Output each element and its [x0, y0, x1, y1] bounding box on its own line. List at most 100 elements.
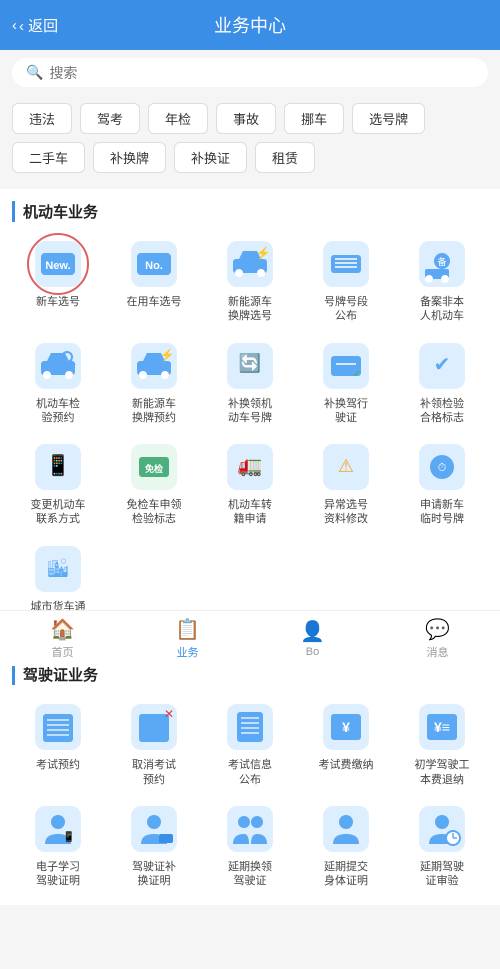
- grid-item-label-4: 备案非本 人机动车: [420, 295, 464, 324]
- header: ‹ ‹ 返回 业务中心: [0, 0, 500, 50]
- icon-wrap-1: ✕: [128, 701, 180, 753]
- svg-text:⚠: ⚠: [338, 456, 354, 476]
- icon-wrap-3: ¥: [320, 701, 372, 753]
- nav-label-3: 消息: [427, 644, 449, 660]
- svg-text:No.: No.: [145, 260, 163, 272]
- icon-wrap-9: [416, 803, 468, 855]
- grid-item-label-0: 新车选号: [36, 295, 80, 309]
- nav-item-0[interactable]: 🏠首页: [50, 617, 75, 660]
- grid-item-9[interactable]: 延期驾驶 证审验: [396, 799, 488, 893]
- grid-item-4[interactable]: 备备案非本 人机动车: [396, 234, 488, 328]
- driver-grid: 考试预约 ✕ 取消考试 预约 考试信息 公布 ¥考试费缴纳¥≡初学驾驶工 本费退纳 📱 电子…: [12, 697, 488, 892]
- quick-tag-4[interactable]: 挪车: [284, 103, 344, 134]
- motor-section: 机动车业务 New.新车选号No.在用车选号⚡新能源车 换牌选号号牌号段 公布备…: [0, 189, 500, 644]
- grid-item-11[interactable]: 免检免检车申领 检验标志: [108, 437, 200, 531]
- nav-item-3[interactable]: 💬消息: [425, 617, 450, 660]
- quick-tag-1[interactable]: 驾考: [80, 103, 140, 134]
- grid-item-8[interactable]: ✓补换驾行 驶证: [300, 336, 392, 430]
- icon-wrap-5: 📱: [32, 803, 84, 855]
- icon-wrap-11: 免检: [128, 441, 180, 493]
- svg-text:🏙: 🏙: [47, 558, 70, 578]
- grid-item-3[interactable]: 号牌号段 公布: [300, 234, 392, 328]
- quick-tag-9[interactable]: 租赁: [255, 142, 315, 173]
- grid-item-label-1: 取消考试 预约: [132, 758, 176, 787]
- svg-text:⏱: ⏱: [438, 462, 447, 474]
- quick-tag-3[interactable]: 事故: [216, 103, 276, 134]
- svg-text:⚡: ⚡: [256, 246, 271, 260]
- grid-item-7[interactable]: 🔄补换领机 动车号牌: [204, 336, 296, 430]
- svg-text:✔: ✔: [434, 354, 451, 376]
- icon-wrap-2: [224, 701, 276, 753]
- quick-tag-6[interactable]: 二手车: [12, 142, 85, 173]
- grid-item-9[interactable]: ✔补领检验 合格标志: [396, 336, 488, 430]
- quick-tag-7[interactable]: 补换牌: [93, 142, 166, 173]
- icon-wrap-6: [128, 803, 180, 855]
- bottom-nav: 🏠首页 📋 业务 👤 Bo 💬消息: [0, 610, 500, 666]
- back-button[interactable]: ‹ ‹ 返回: [12, 15, 58, 36]
- grid-item-7[interactable]: 延期换领 驾驶证: [204, 799, 296, 893]
- grid-item-5[interactable]: 📱 电子学习 驾驶证明: [12, 799, 104, 893]
- icon-wrap-14: ⏱: [416, 441, 468, 493]
- grid-item-6[interactable]: 驾驶证补 换证明: [108, 799, 200, 893]
- quick-tag-2[interactable]: 年检: [148, 103, 208, 134]
- grid-item-0[interactable]: 考试预约: [12, 697, 104, 791]
- grid-item-label-5: 机动车检 验预约: [36, 397, 80, 426]
- grid-item-label-9: 延期驾驶 证审验: [420, 860, 464, 889]
- icon-wrap-13: ⚠: [320, 441, 372, 493]
- nav-item-2[interactable]: 👤 Bo: [300, 619, 325, 658]
- grid-item-label-3: 号牌号段 公布: [324, 295, 368, 324]
- grid-item-label-1: 在用车选号: [127, 295, 182, 309]
- svg-text:New.: New.: [45, 260, 70, 272]
- grid-item-12[interactable]: 🚛机动车转 籍申请: [204, 437, 296, 531]
- grid-item-0[interactable]: New. 新车选号: [12, 234, 104, 328]
- svg-text:备: 备: [437, 256, 446, 267]
- svg-text:¥≡: ¥≡: [434, 719, 450, 735]
- svg-text:✕: ✕: [164, 707, 174, 721]
- icon-wrap-0: New.: [32, 238, 84, 290]
- quick-tags-row: 违法驾考年检事故挪车选号牌二手车补换牌补换证租赁: [0, 95, 500, 181]
- grid-item-2[interactable]: ⚡ 新能源车 换牌选号: [204, 234, 296, 328]
- icon-wrap-12: 🚛: [224, 441, 276, 493]
- grid-item-label-0: 考试预约: [36, 758, 80, 772]
- svg-text:⚡: ⚡: [160, 348, 175, 362]
- svg-text:¥: ¥: [342, 719, 350, 735]
- grid-item-3[interactable]: ¥考试费缴纳: [300, 697, 392, 791]
- grid-item-8[interactable]: 延期提交 身体证明: [300, 799, 392, 893]
- grid-item-13[interactable]: ⚠异常选号 资料修改: [300, 437, 392, 531]
- icon-wrap-5: [32, 340, 84, 392]
- nav-icon-1: 📋: [175, 617, 200, 642]
- icon-wrap-7: [224, 803, 276, 855]
- motor-section-title: 机动车业务: [12, 201, 488, 222]
- icon-wrap-2: ⚡: [224, 238, 276, 290]
- svg-text:📱: 📱: [63, 830, 75, 843]
- grid-item-label-5: 电子学习 驾驶证明: [36, 860, 80, 889]
- nav-item-1[interactable]: 📋 业务: [175, 617, 200, 660]
- grid-item-label-6: 新能源车 换牌预约: [132, 397, 176, 426]
- grid-item-label-2: 新能源车 换牌选号: [228, 295, 272, 324]
- svg-text:🚛: 🚛: [238, 455, 263, 477]
- grid-item-label-6: 驾驶证补 换证明: [132, 860, 176, 889]
- grid-item-10[interactable]: 📱 变更机动车 联系方式: [12, 437, 104, 531]
- nav-label-1: 业务: [177, 644, 199, 660]
- icon-wrap-4: 备: [416, 238, 468, 290]
- nav-label-2: Bo: [306, 646, 319, 658]
- quick-tag-8[interactable]: 补换证: [174, 142, 247, 173]
- icon-wrap-8: ✓: [320, 340, 372, 392]
- grid-item-1[interactable]: No. 在用车选号: [108, 234, 200, 328]
- svg-text:✓: ✓: [353, 369, 361, 380]
- grid-item-4[interactable]: ¥≡初学驾驶工 本费退纳: [396, 697, 488, 791]
- grid-item-2[interactable]: 考试信息 公布: [204, 697, 296, 791]
- grid-item-14[interactable]: ⏱申请新车 临时号牌: [396, 437, 488, 531]
- grid-item-label-10: 变更机动车 联系方式: [31, 498, 86, 527]
- grid-item-5[interactable]: 机动车检 验预约: [12, 336, 104, 430]
- grid-item-label-2: 考试信息 公布: [228, 758, 272, 787]
- motor-grid: New.新车选号No.在用车选号⚡新能源车 换牌选号号牌号段 公布备备案非本 人…: [12, 234, 488, 632]
- quick-tag-0[interactable]: 违法: [12, 103, 72, 134]
- quick-tag-5[interactable]: 选号牌: [352, 103, 425, 134]
- grid-item-6[interactable]: ⚡ 新能源车 换牌预约: [108, 336, 200, 430]
- svg-text:📱: 📱: [46, 453, 71, 477]
- nav-icon-2: 👤: [300, 619, 325, 644]
- grid-item-1[interactable]: ✕ 取消考试 预约: [108, 697, 200, 791]
- icon-wrap-0: [32, 701, 84, 753]
- search-input[interactable]: [49, 65, 474, 81]
